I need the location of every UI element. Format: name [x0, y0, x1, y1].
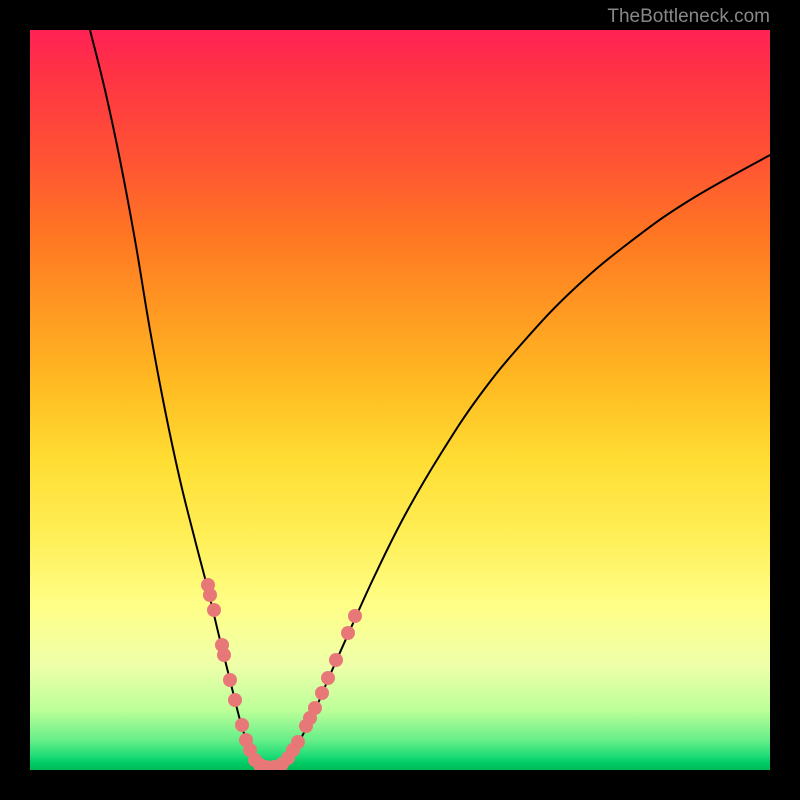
data-point: [308, 701, 322, 715]
data-point: [207, 603, 221, 617]
data-dots: [201, 578, 362, 770]
chart-svg: [30, 30, 770, 770]
watermark-text: TheBottleneck.com: [607, 6, 770, 28]
data-point: [315, 686, 329, 700]
data-point: [203, 588, 217, 602]
data-point: [341, 626, 355, 640]
right-curve: [268, 155, 770, 768]
data-point: [228, 693, 242, 707]
data-point: [235, 718, 249, 732]
data-point: [321, 671, 335, 685]
data-point: [348, 609, 362, 623]
data-point: [291, 735, 305, 749]
left-curve: [90, 30, 268, 768]
chart-area: [30, 30, 770, 770]
data-point: [329, 653, 343, 667]
data-point: [223, 673, 237, 687]
data-point: [217, 648, 231, 662]
